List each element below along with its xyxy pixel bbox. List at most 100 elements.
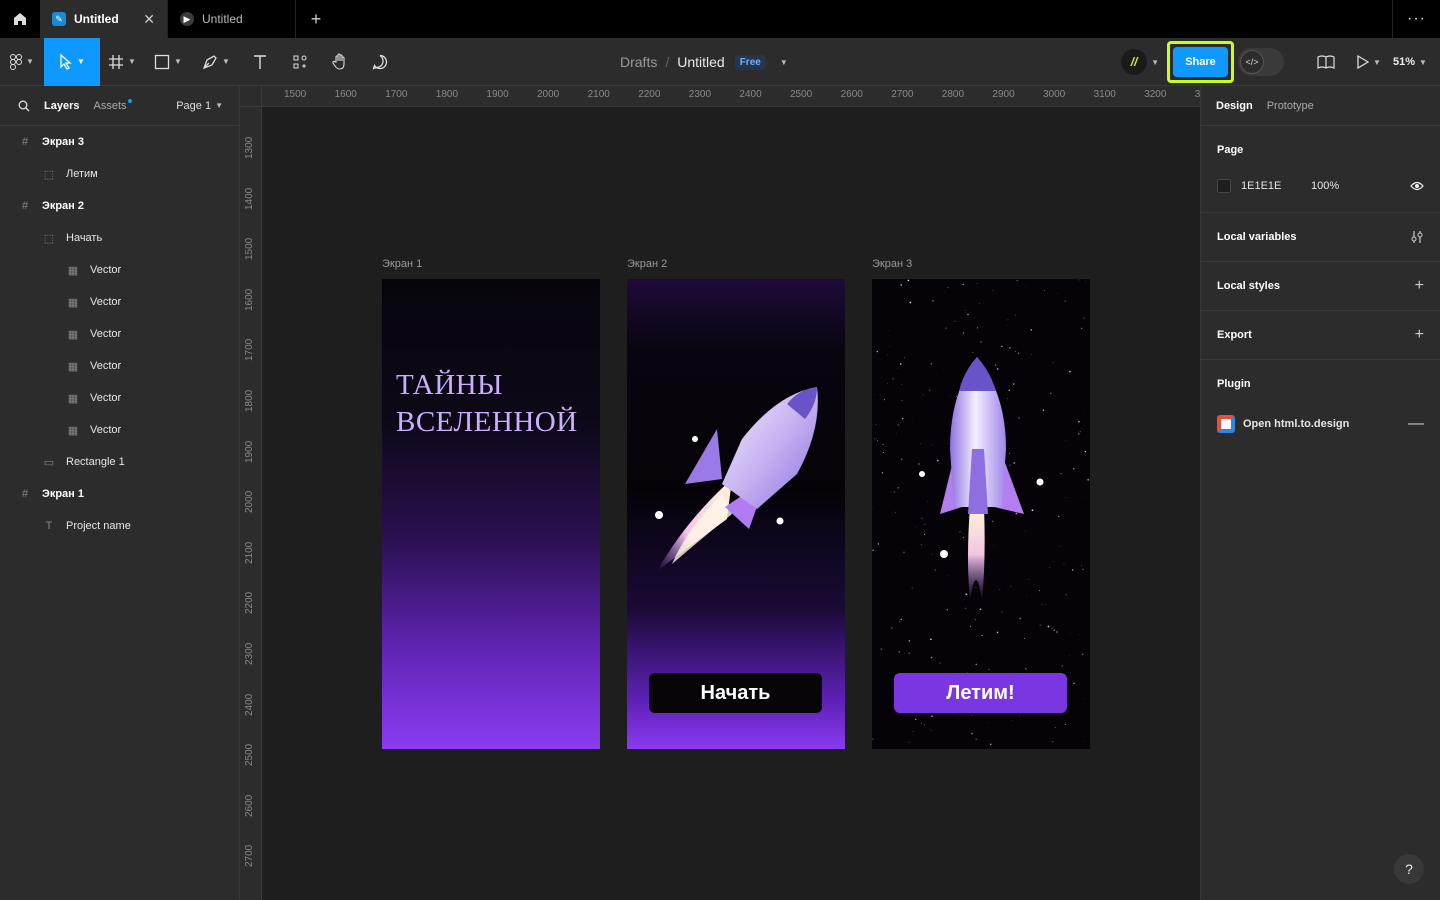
close-icon[interactable]: ✕ [143,11,155,28]
project-name-text[interactable]: ТАЙНЫ ВСЕЛЕННОЙ [396,367,578,441]
layer-row[interactable]: ▦ Vector [0,414,239,446]
layer-row[interactable]: ⬚ Летим [0,158,239,190]
text-tool-button[interactable] [240,38,280,86]
start-button[interactable]: Начать [649,673,822,713]
breadcrumb-separator: / [665,54,670,70]
dev-mode-toggle[interactable]: </> [1238,48,1284,76]
layer-row[interactable]: ▦ Vector [0,286,239,318]
eye-icon[interactable] [1410,181,1424,191]
layer-row[interactable]: # Экран 2 [0,190,239,222]
layer-row[interactable]: # Экран 3 [0,126,239,158]
frame-screen-2[interactable]: Начать [627,279,845,749]
user-avatar[interactable]: // [1121,49,1148,75]
remove-plugin-icon[interactable]: — [1408,415,1424,433]
help-button[interactable]: ? [1394,854,1424,884]
add-style-icon[interactable]: + [1415,277,1424,295]
shape-tool-button[interactable]: ▼ [144,38,192,86]
move-tool-button[interactable]: ▼ [44,37,100,86]
hand-tool-button[interactable] [320,38,360,86]
ruler-tick-label: 2100 [244,541,255,564]
ruler-tick-label: 2100 [587,89,610,100]
tab-design[interactable]: Design [1216,100,1253,112]
layer-row[interactable]: ▦ Vector [0,254,239,286]
frame-tool-button[interactable]: ▼ [100,38,144,86]
tab-layers[interactable]: Layers [44,100,79,112]
layer-name: Экран 3 [42,136,84,148]
layer-row[interactable]: # Экран 1 [0,478,239,510]
variables-settings-icon[interactable] [1410,230,1424,244]
layer-name: Vector [90,264,122,276]
plugin-title: Plugin [1217,378,1251,390]
layer-row[interactable]: ⬚ Начать [0,222,239,254]
components-icon [293,55,307,68]
book-icon [1317,55,1335,69]
frame-label-screen-2[interactable]: Экран 2 [627,258,667,270]
export-row: Export + [1217,311,1424,359]
comment-tool-button[interactable] [360,38,400,86]
tab-prototype[interactable]: Prototype [1267,100,1314,112]
more-options-icon[interactable]: ··· [1392,0,1440,38]
frame-layer-icon: # [21,200,29,212]
share-button[interactable]: Share [1173,47,1228,77]
frame-label-screen-3[interactable]: Экран 3 [872,258,912,270]
vector-layer-icon: ▦ [67,264,79,277]
cursor-icon [60,53,72,70]
page-color-hex[interactable]: 1E1E1E [1241,180,1301,192]
present-button[interactable]: ▼ [1348,38,1390,86]
layer-row[interactable]: ▦ Vector [0,382,239,414]
ruler-tick-label: 2400 [244,693,255,716]
pen-icon [202,54,217,69]
add-export-icon[interactable]: + [1415,326,1424,344]
tab-assets[interactable]: Assets [93,98,132,112]
frame-screen-3[interactable]: Летим! [872,279,1090,749]
local-variables-section: Local variables [1201,213,1440,262]
new-tab-button[interactable]: + [296,0,336,38]
figma-logo-icon [10,53,23,70]
local-styles-row: Local styles + [1217,262,1424,310]
layer-row[interactable]: ▦ Vector [0,350,239,382]
multiplayer-avatars[interactable]: // ▼ [1121,49,1159,75]
ruler-tick-label: 1900 [244,440,255,463]
canvas[interactable]: 1500 1600 1700 1800 1900 2000 2100 2200 2300 2400… [240,86,1200,900]
vector-layer-icon: ▦ [67,424,79,437]
comment-icon [372,54,388,70]
chevron-down-icon[interactable]: ▼ [780,58,788,67]
export-label: Export [1217,329,1252,341]
page-color-swatch[interactable] [1217,179,1231,193]
main-menu-button[interactable]: ▼ [0,38,44,86]
zoom-control[interactable]: 51% ▼ [1390,38,1440,86]
page-selector[interactable]: Page 1 ▼ [176,100,223,112]
rectangle-layer-icon: ▭ [43,456,55,469]
tab-untitled-inactive[interactable]: ▶ Untitled [168,0,296,38]
local-variables-row[interactable]: Local variables [1217,213,1424,261]
chevron-down-icon: ▼ [215,101,223,110]
frame-label-screen-1[interactable]: Экран 1 [382,258,422,270]
plugin-app-icon [1217,415,1235,433]
code-icon: </> [1240,50,1264,74]
home-icon[interactable] [0,0,40,38]
ruler-tick-label: 1700 [244,339,255,362]
chevron-down-icon: ▼ [1373,57,1381,67]
lets-fly-button[interactable]: Летим! [894,673,1067,713]
tab-untitled-active[interactable]: ✎ Untitled ✕ [40,0,168,38]
notification-dot [127,98,132,103]
breadcrumb-drafts[interactable]: Drafts [620,54,657,70]
layer-row[interactable]: T Project name [0,510,239,542]
plan-badge: Free [734,54,766,70]
ruler-tick-label: 1600 [334,89,357,100]
title-line-1: ТАЙНЫ [396,369,503,401]
ruler-tick-label: 1400 [244,187,255,210]
plugin-row[interactable]: Open html.to.design — [1217,408,1424,440]
frame-screen-1[interactable]: ТАЙНЫ ВСЕЛЕННОЙ [382,279,600,749]
page-opacity[interactable]: 100% [1311,180,1400,192]
ruler-tick-label: 2700 [244,845,255,868]
layer-row[interactable]: ▦ Vector [0,318,239,350]
library-button[interactable] [1304,38,1348,86]
frame-icon [109,54,124,69]
pen-tool-button[interactable]: ▼ [192,38,240,86]
resources-tool-button[interactable] [280,38,320,86]
plugin-name[interactable]: Open html.to.design [1243,418,1400,430]
file-name[interactable]: Untitled [677,54,724,70]
search-icon[interactable] [18,100,30,112]
layer-row[interactable]: ▭ Rectangle 1 [0,446,239,478]
